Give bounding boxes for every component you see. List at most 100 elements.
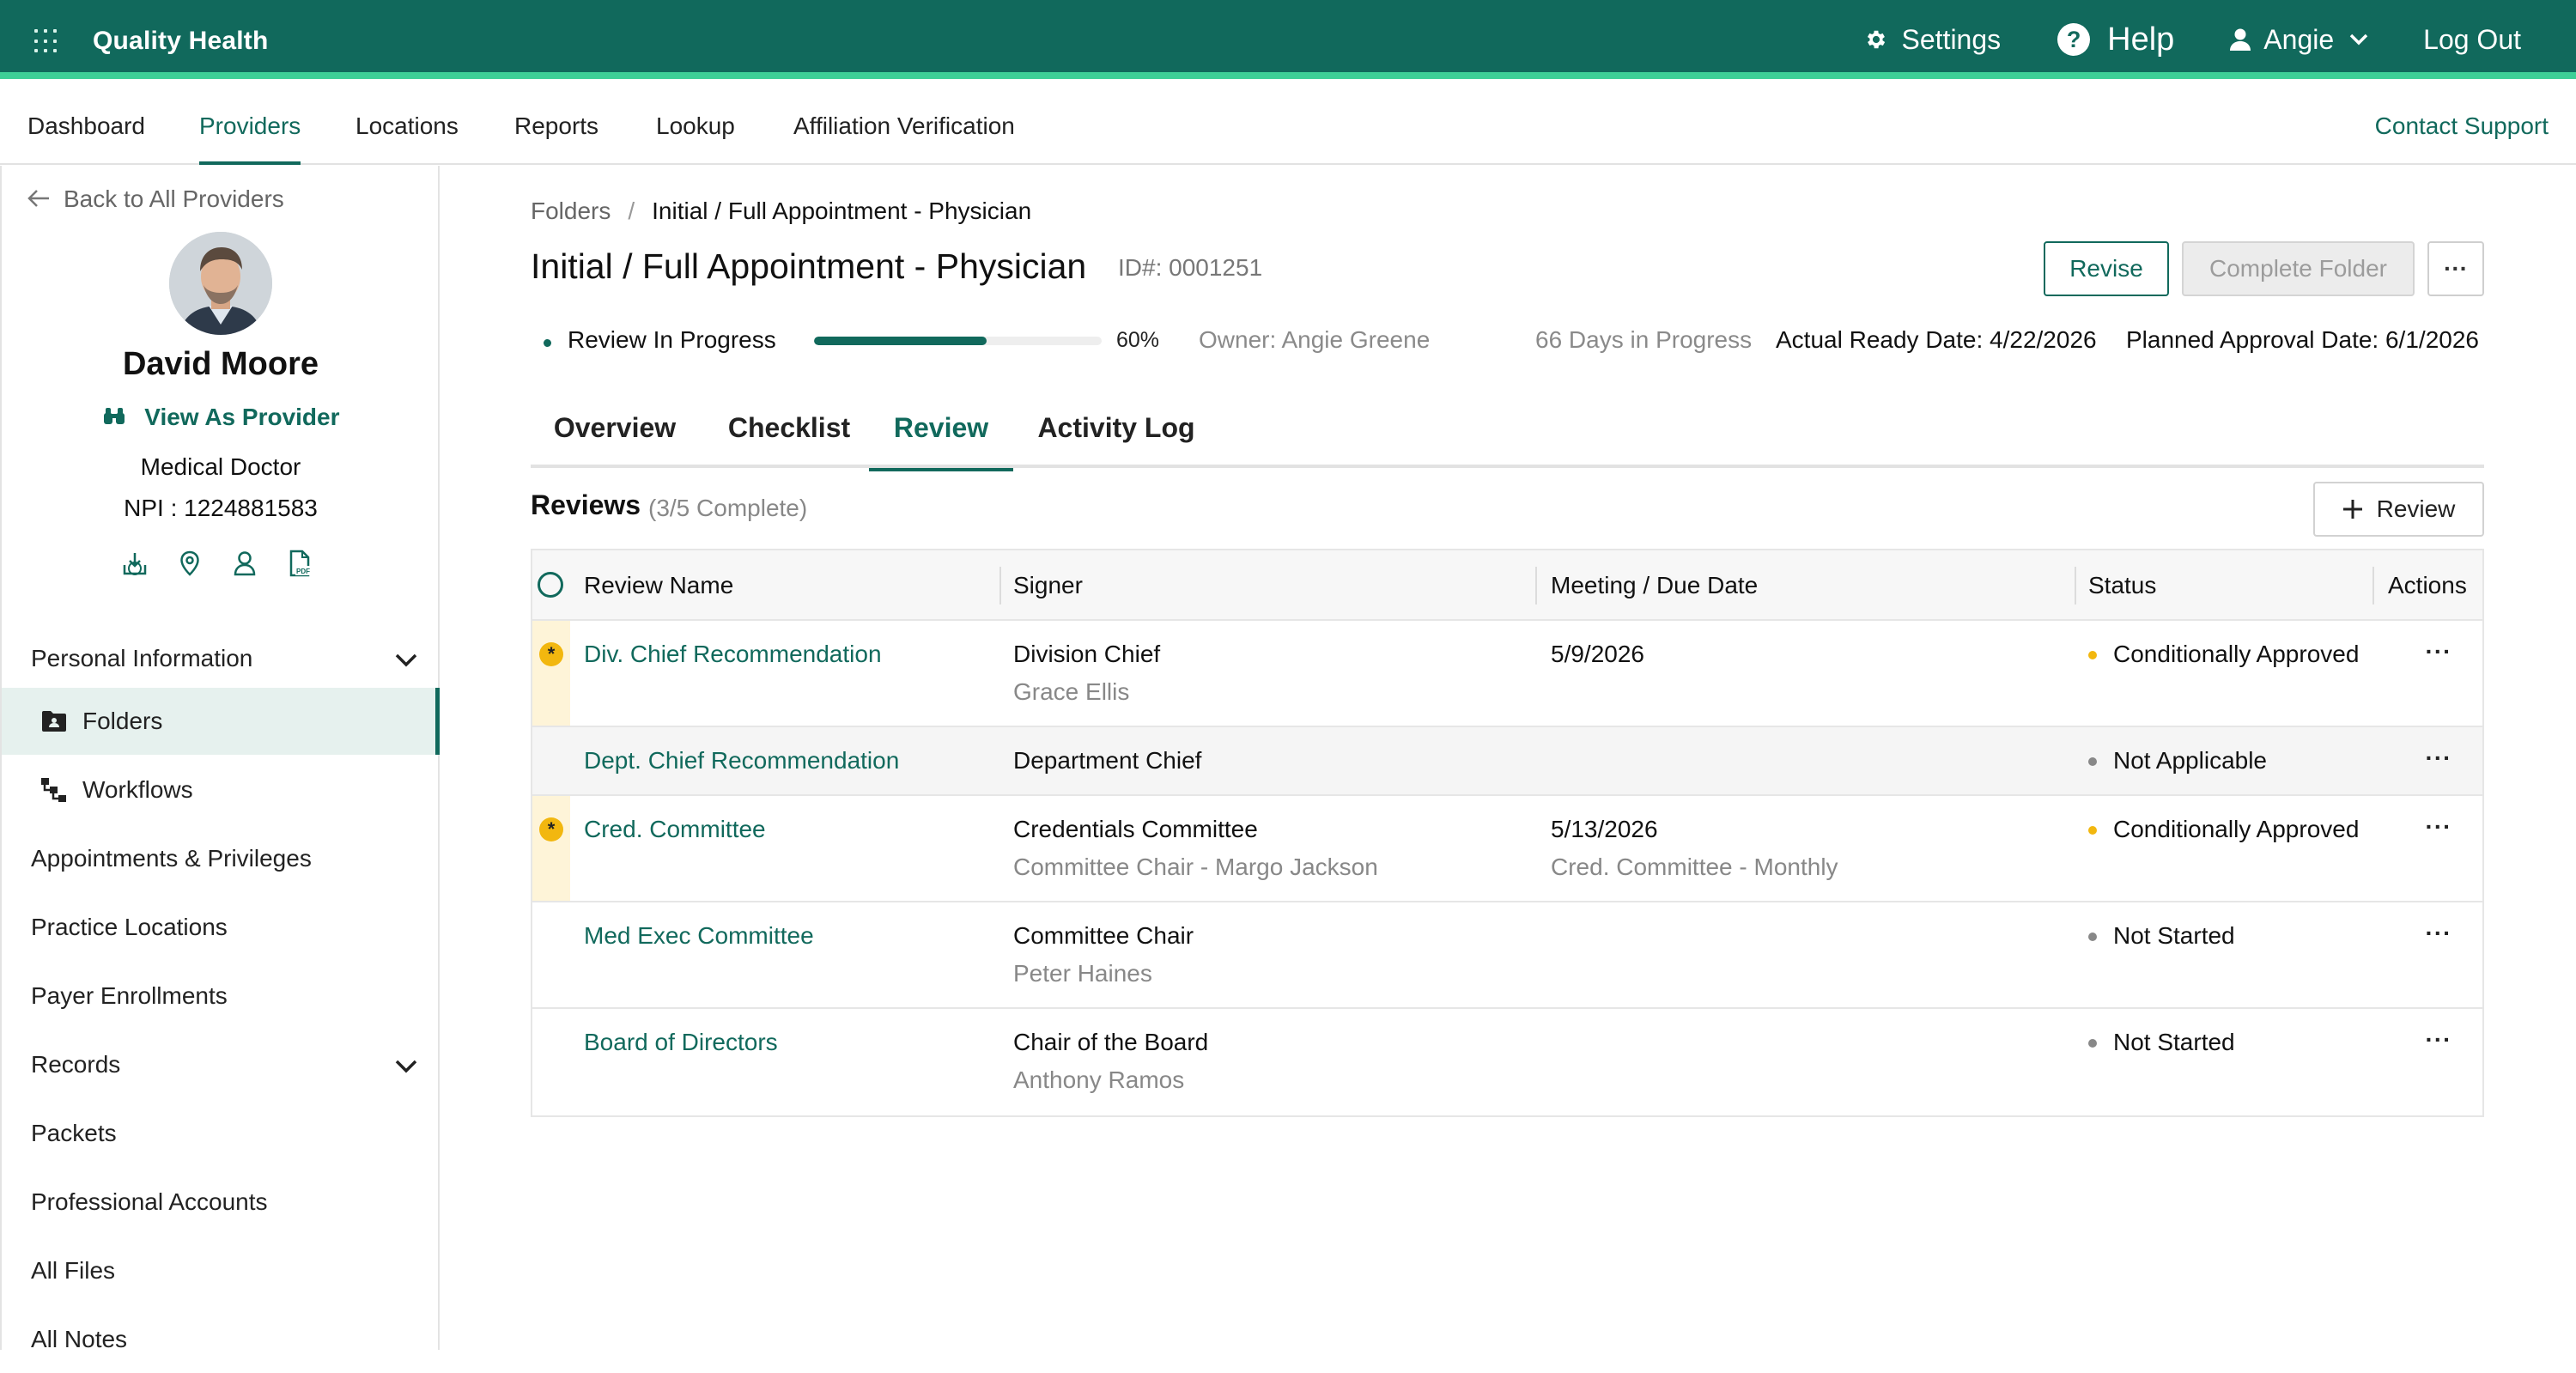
folder-owner: Owner: Angie Greene [1199, 326, 1431, 353]
table-header: Review Name Signer Meeting / Due Date St… [532, 550, 2482, 621]
status-dot [2088, 826, 2097, 835]
sidebar-item-folders[interactable]: Folders [2, 688, 440, 755]
review-status: Not Applicable [2113, 747, 2268, 774]
signer-role: Department Chief [1013, 747, 1202, 774]
row-actions-button[interactable]: ··· [2418, 920, 2459, 949]
nav-tab-locations[interactable]: Locations [355, 86, 459, 165]
provider-title: Medical Doctor [140, 453, 301, 480]
reviews-table: Review Name Signer Meeting / Due Date St… [531, 549, 2484, 1117]
folder-status: Review In Progress [568, 326, 776, 353]
row-actions-button[interactable]: ··· [2418, 744, 2459, 774]
review-status: Conditionally Approved [2113, 816, 2360, 842]
column-header-review-name[interactable]: Review Name [584, 550, 733, 621]
nav-tab-reports[interactable]: Reports [514, 86, 598, 165]
download-icon[interactable] [122, 550, 148, 577]
review-name-link[interactable]: Div. Chief Recommendation [584, 641, 882, 668]
nav-tab-lookup[interactable]: Lookup [656, 86, 735, 165]
sidebar-item-workflows[interactable]: Workflows [2, 756, 440, 823]
signer-name: Peter Haines [1013, 960, 1152, 987]
status-dot [2088, 933, 2097, 941]
flag-icon: * [539, 642, 563, 666]
row-actions-button[interactable]: ··· [2418, 1026, 2459, 1055]
progress-fill [814, 337, 987, 345]
tab-review[interactable]: Review [869, 398, 1013, 471]
sidebar-item-professional-accounts[interactable]: Professional Accounts [2, 1169, 440, 1236]
review-name-link[interactable]: Cred. Committee [584, 816, 766, 843]
view-as-provider-link[interactable]: View As Provider [2, 404, 440, 431]
row-actions-button[interactable]: ··· [2418, 638, 2459, 667]
reviews-heading: Reviews [531, 489, 641, 520]
app-grid-icon[interactable] [34, 29, 58, 53]
sidebar-item-label: Packets [31, 1120, 117, 1146]
select-all-radio[interactable] [538, 572, 563, 598]
breadcrumb-folders-link[interactable]: Folders [531, 197, 611, 224]
status-dot [2088, 651, 2097, 659]
sidebar-item-records[interactable]: Records [2, 1031, 440, 1098]
status-dot [2088, 1039, 2097, 1048]
column-divider [1535, 567, 1537, 604]
complete-folder-button[interactable]: Complete Folder [2182, 241, 2415, 296]
review-name-link[interactable]: Board of Directors [584, 1029, 778, 1056]
column-header-signer[interactable]: Signer [1013, 550, 1083, 621]
sidebar-item-appointments-privileges[interactable]: Appointments & Privileges [2, 825, 440, 892]
chevron-down-icon [395, 646, 417, 673]
column-divider [2372, 567, 2374, 604]
column-header-meeting-due-date[interactable]: Meeting / Due Date [1551, 550, 1758, 621]
user-menu[interactable]: Angie [2229, 24, 2368, 56]
folder-icon [41, 710, 70, 732]
column-divider [2075, 567, 2076, 604]
days-in-progress: 66 Days in Progress [1535, 326, 1753, 353]
status-dot [2088, 757, 2097, 766]
provider-quick-actions: PDF [122, 550, 342, 577]
arrow-left-icon [27, 183, 50, 215]
logout-button[interactable]: Log Out [2423, 24, 2521, 56]
meeting-name: Cred. Committee - Monthly [1551, 854, 1838, 880]
brand-name[interactable]: Quality Health [93, 27, 269, 56]
settings-label: Settings [1901, 23, 2002, 55]
tab-checklist[interactable]: Checklist [699, 398, 879, 468]
sidebar-item-all-notes[interactable]: All Notes [2, 1306, 440, 1373]
nav-tab-dashboard[interactable]: Dashboard [27, 86, 145, 165]
person-icon[interactable] [232, 550, 258, 577]
meeting-date: 5/9/2026 [1551, 641, 1644, 667]
help-button[interactable]: ? Help [2057, 21, 2174, 58]
chevron-down-icon [2349, 33, 2368, 46]
tab-overview[interactable]: Overview [531, 398, 699, 468]
more-options-button[interactable]: ··· [2427, 241, 2484, 296]
row-actions-button[interactable]: ··· [2418, 813, 2459, 842]
add-review-button[interactable]: Review [2313, 482, 2484, 537]
back-to-providers-link[interactable]: Back to All Providers [27, 183, 284, 215]
chevron-down-icon [395, 1052, 417, 1079]
settings-button[interactable]: Settings [1864, 23, 2002, 56]
reviews-count: (3/5 Complete) [648, 495, 808, 521]
add-review-label: Review [2376, 495, 2456, 522]
table-row: Dept. Chief Recommendation Department Chi… [532, 727, 2482, 796]
back-label: Back to All Providers [64, 185, 284, 212]
sidebar-item-payer-enrollments[interactable]: Payer Enrollments [2, 963, 440, 1030]
revise-button[interactable]: Revise [2044, 241, 2169, 296]
nav-tab-providers[interactable]: Providers [199, 86, 301, 165]
sidebar-item-practice-locations[interactable]: Practice Locations [2, 894, 440, 961]
breadcrumb: Folders / Initial / Full Appointment - Phy… [531, 197, 1031, 225]
flag-highlight [532, 621, 570, 726]
contact-support-link[interactable]: Contact Support [2375, 86, 2549, 165]
column-header-status[interactable]: Status [2088, 550, 2156, 621]
sidebar-item-packets[interactable]: Packets [2, 1100, 440, 1167]
breadcrumb-current: Initial / Full Appointment - Physician [652, 197, 1032, 224]
review-status: Conditionally Approved [2113, 641, 2360, 667]
signer-name: Anthony Ramos [1013, 1066, 1185, 1093]
sidebar-item-label: Payer Enrollments [31, 982, 228, 1009]
flag-icon: * [539, 817, 563, 841]
help-icon: ? [2057, 23, 2091, 56]
sidebar-item-all-files[interactable]: All Files [2, 1237, 440, 1304]
nav-tab-affiliation-verification[interactable]: Affiliation Verification [793, 86, 1015, 165]
sidebar-item-label: All Notes [31, 1326, 128, 1352]
sidebar-item-label: Folders [82, 708, 163, 734]
pdf-icon[interactable]: PDF [287, 550, 313, 577]
review-name-link[interactable]: Dept. Chief Recommendation [584, 747, 899, 775]
review-name-link[interactable]: Med Exec Committee [584, 922, 814, 950]
tab-activity-log[interactable]: Activity Log [1022, 398, 1211, 468]
sidebar-item-personal-information[interactable]: Personal Information [2, 625, 440, 692]
folder-status-row: Review In Progress 60% Owner: Angie Gree… [531, 326, 2484, 361]
location-pin-icon[interactable] [177, 550, 203, 577]
